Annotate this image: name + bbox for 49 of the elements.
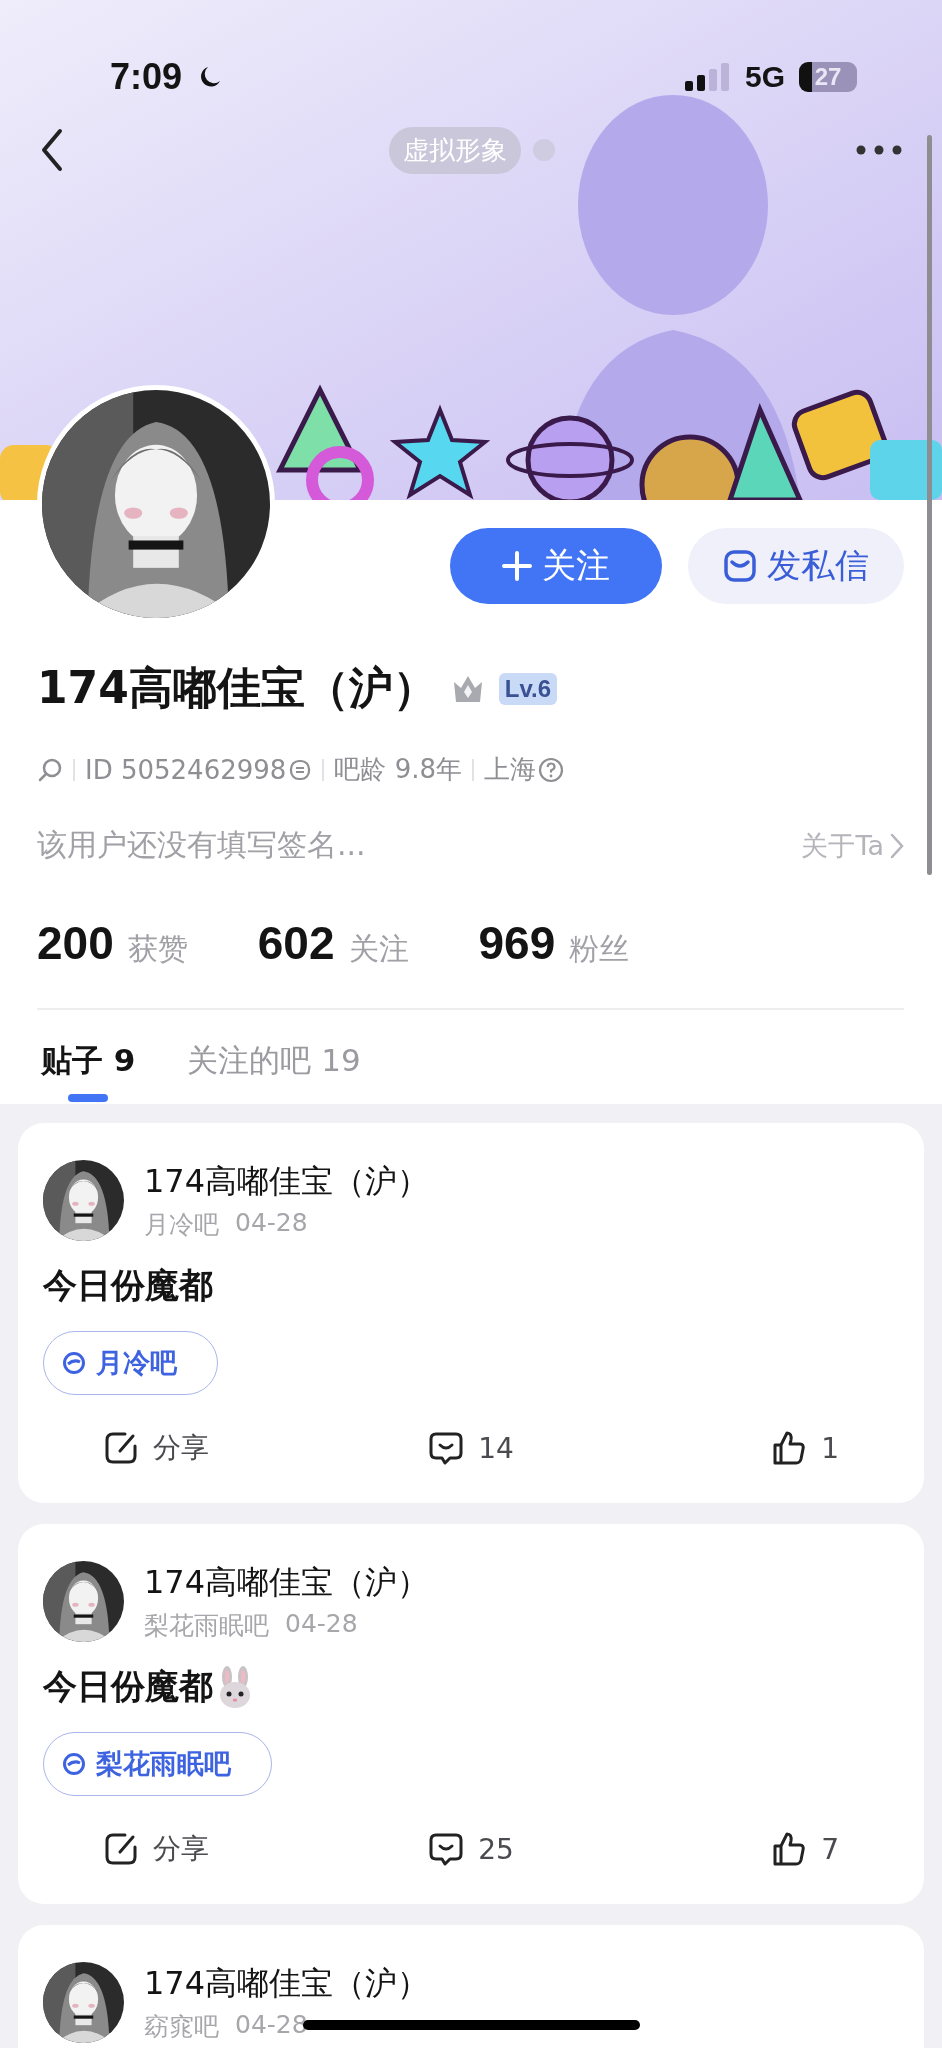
post-card[interactable]: 174高嘟佳宝（沪） 梨花雨眠吧 04-28 今日份魔都 梨花雨眠吧 分享 25 7 — [18, 1524, 924, 1904]
forum-name: 梨花雨眠吧 — [144, 1610, 269, 1642]
forum-icon — [62, 1351, 86, 1375]
copy-icon[interactable] — [288, 757, 313, 782]
plus-icon — [502, 551, 532, 581]
comment-icon — [428, 1831, 465, 1867]
user-id: ID 5052462998 — [85, 754, 287, 785]
chevron-right-icon — [890, 832, 904, 859]
user-name: 174高嘟佳宝（沪） — [37, 661, 437, 715]
stat-value: 602 — [257, 916, 335, 970]
like-button[interactable]: 7 — [771, 1824, 839, 1874]
stat-value: 200 — [37, 916, 114, 970]
follow-button[interactable]: 关注 — [450, 528, 662, 604]
post-title: 今日份魔都 — [43, 1264, 213, 1307]
post-card[interactable]: 174高嘟佳宝（沪） 月冷吧 04-28 今日份魔都 月冷吧 分享 14 1 — [18, 1123, 924, 1503]
help-icon[interactable] — [538, 756, 564, 783]
location-text: 上海 — [484, 753, 536, 786]
profile-tab[interactable]: 贴子 9 — [37, 1040, 140, 1104]
envelope-icon — [723, 549, 757, 583]
comment-button[interactable]: 14 — [428, 1423, 514, 1473]
author-name: 174高嘟佳宝（沪） — [144, 1963, 430, 2004]
stat-label: 粉丝 — [569, 930, 630, 968]
post-date: 04-28 — [235, 1208, 308, 1239]
thumbs-up-icon — [771, 1831, 808, 1867]
message-button[interactable]: 发私信 — [688, 528, 904, 604]
like-button[interactable]: 1 — [771, 1423, 839, 1473]
comment-icon — [428, 1430, 465, 1466]
stat-label: 关注 — [348, 930, 409, 968]
thumbs-up-icon — [771, 1430, 808, 1466]
forum-name: 月冷吧 — [144, 1209, 219, 1241]
account-age: 吧龄 9.8年 — [334, 753, 462, 786]
post-title: 今日份魔都 — [43, 1665, 213, 1708]
forum-name: 窈窕吧 — [144, 2011, 219, 2043]
share-icon — [103, 1831, 139, 1867]
post-date: 04-28 — [235, 2010, 308, 2041]
signature-text: 该用户还没有填写签名... — [37, 826, 366, 864]
stat-label: 获赞 — [127, 930, 188, 968]
post-card[interactable]: 174高嘟佳宝（沪） 窈窕吧 04-28 — [18, 1925, 924, 2048]
author-name: 174高嘟佳宝（沪） — [144, 1161, 430, 1202]
search-icon — [37, 756, 63, 783]
share-icon — [103, 1430, 139, 1466]
author-name: 174高嘟佳宝（沪） — [144, 1562, 430, 1603]
forum-icon — [62, 1752, 86, 1776]
level-badge: Lv.6 — [498, 672, 558, 705]
stat-value: 969 — [478, 916, 556, 970]
comment-button[interactable]: 25 — [428, 1824, 514, 1874]
post-date: 04-28 — [285, 1609, 358, 1640]
share-button[interactable]: 分享 — [103, 1824, 209, 1874]
share-button[interactable]: 分享 — [103, 1423, 209, 1473]
